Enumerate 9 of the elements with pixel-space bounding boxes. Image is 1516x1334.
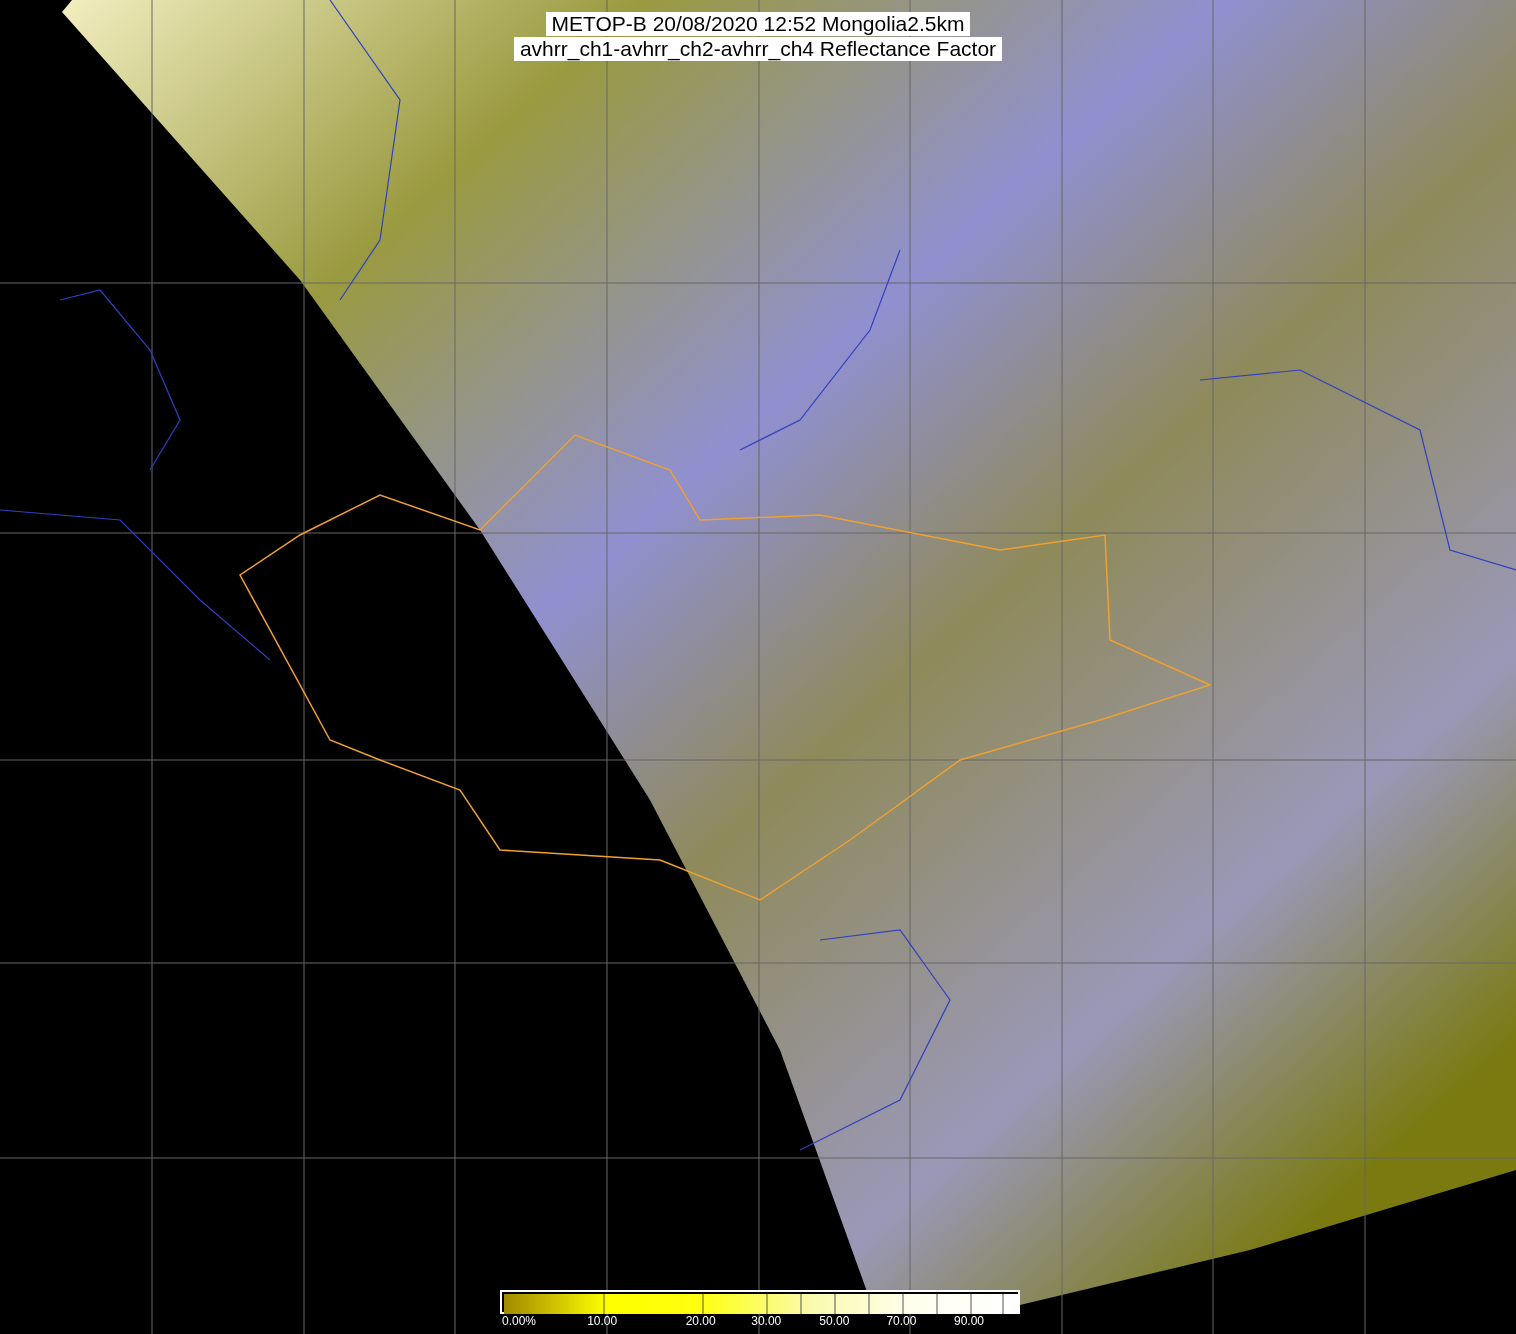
colorbar-label: 0.00% (502, 1314, 537, 1328)
map-title: avhrr_ch1-avhrr_ch2-avhrr_ch4 Reflectance Factor (513, 37, 1003, 61)
colorbar-label: 30.00 (751, 1314, 782, 1328)
colorbar-label: 50.00 (819, 1314, 850, 1328)
map-title: METOP-B 20/08/2020 12:52 Mongolia2.5km (545, 12, 971, 36)
colorbar-label: 90.00 (954, 1314, 985, 1328)
colorbar-label: 10.00 (587, 1314, 618, 1328)
colorbar-label: 70.00 (886, 1314, 917, 1328)
colorbar-label: 20.00 (685, 1314, 716, 1328)
